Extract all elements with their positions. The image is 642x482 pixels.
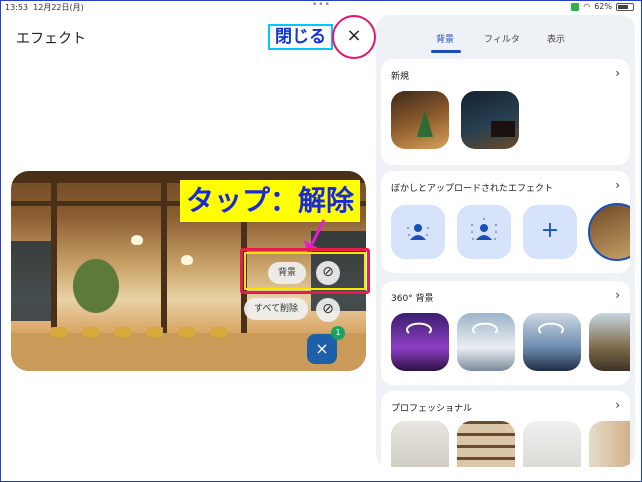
multitask-dots[interactable]: •••: [312, 0, 331, 10]
effect-count-badge: 1: [331, 326, 345, 340]
disable-all-button[interactable]: ⊘: [316, 298, 340, 322]
tab-display[interactable]: 表示: [547, 32, 565, 45]
section-blur-uploaded: ぼかしとアップロードされたエフェクト › +: [381, 171, 630, 273]
active-tab-indicator: [431, 50, 461, 53]
disable-background-button[interactable]: ⊘: [316, 261, 340, 285]
signal-icon: [571, 2, 580, 11]
status-bar: 13:53 12月22日(月) ••• ◠ 62%: [0, 0, 642, 14]
battery-icon: [616, 2, 634, 11]
chevron-right-icon[interactable]: ›: [615, 66, 620, 80]
tab-filter[interactable]: フィルタ: [484, 32, 520, 45]
tap-annotation-label: タップ：解除: [180, 180, 361, 222]
section-title: プロフェッショナル: [391, 404, 473, 414]
section-360-background: 360° 背景 ›: [381, 281, 630, 385]
status-time: 13:53: [5, 3, 29, 12]
effect-thumbnail[interactable]: [391, 421, 449, 467]
section-new: 新規 ›: [381, 59, 630, 165]
slight-blur-button[interactable]: [391, 205, 445, 259]
effect-thumbnail[interactable]: [589, 313, 630, 371]
page-title: エフェクト: [16, 31, 86, 47]
effects-tabs: 背景 フィルタ 表示: [376, 15, 635, 57]
effect-thumbnail[interactable]: [457, 421, 515, 467]
blur-button[interactable]: [457, 205, 511, 259]
background-chip[interactable]: 背景: [268, 262, 307, 284]
effect-thumbnail[interactable]: [457, 313, 515, 371]
rotate-360-icon: [406, 322, 432, 334]
section-title: 360° 背景: [391, 294, 434, 304]
wifi-icon: ◠: [583, 2, 591, 11]
effect-thumbnail[interactable]: [461, 91, 519, 149]
section-title: ぼかしとアップロードされたエフェクト: [391, 184, 554, 194]
chevron-right-icon[interactable]: ›: [615, 178, 620, 192]
chevron-right-icon[interactable]: ›: [615, 288, 620, 302]
section-professional: プロフェッショナル ›: [381, 391, 630, 467]
effects-panel: 背景 フィルタ 表示 新規 › ぼかしとアップロードされたエフェクト › + 3…: [376, 15, 635, 467]
section-title: 新規: [391, 72, 410, 82]
close-annotation-label: 閉じる: [268, 24, 333, 50]
effect-thumbnail[interactable]: [589, 421, 630, 467]
status-date: 12月22日(月): [33, 3, 84, 12]
chevron-right-icon[interactable]: ›: [615, 398, 620, 412]
selected-background-thumbnail[interactable]: [588, 203, 630, 261]
close-icon[interactable]: ×: [342, 24, 366, 48]
battery-percent: 62%: [594, 2, 612, 11]
effects-close-button[interactable]: ×: [307, 334, 337, 364]
tab-background[interactable]: 背景: [436, 32, 454, 45]
effect-thumbnail[interactable]: [523, 313, 581, 371]
effect-thumbnail[interactable]: [523, 421, 581, 467]
person-blur-icon: [407, 224, 429, 240]
add-background-button[interactable]: +: [523, 205, 577, 259]
effect-thumbnail[interactable]: [391, 91, 449, 149]
person-strong-blur-icon: [471, 218, 497, 240]
rotate-360-icon: [538, 322, 564, 334]
remove-all-chip[interactable]: すべて削除: [244, 298, 309, 320]
rotate-360-icon: [472, 322, 498, 334]
effect-thumbnail[interactable]: [391, 313, 449, 371]
